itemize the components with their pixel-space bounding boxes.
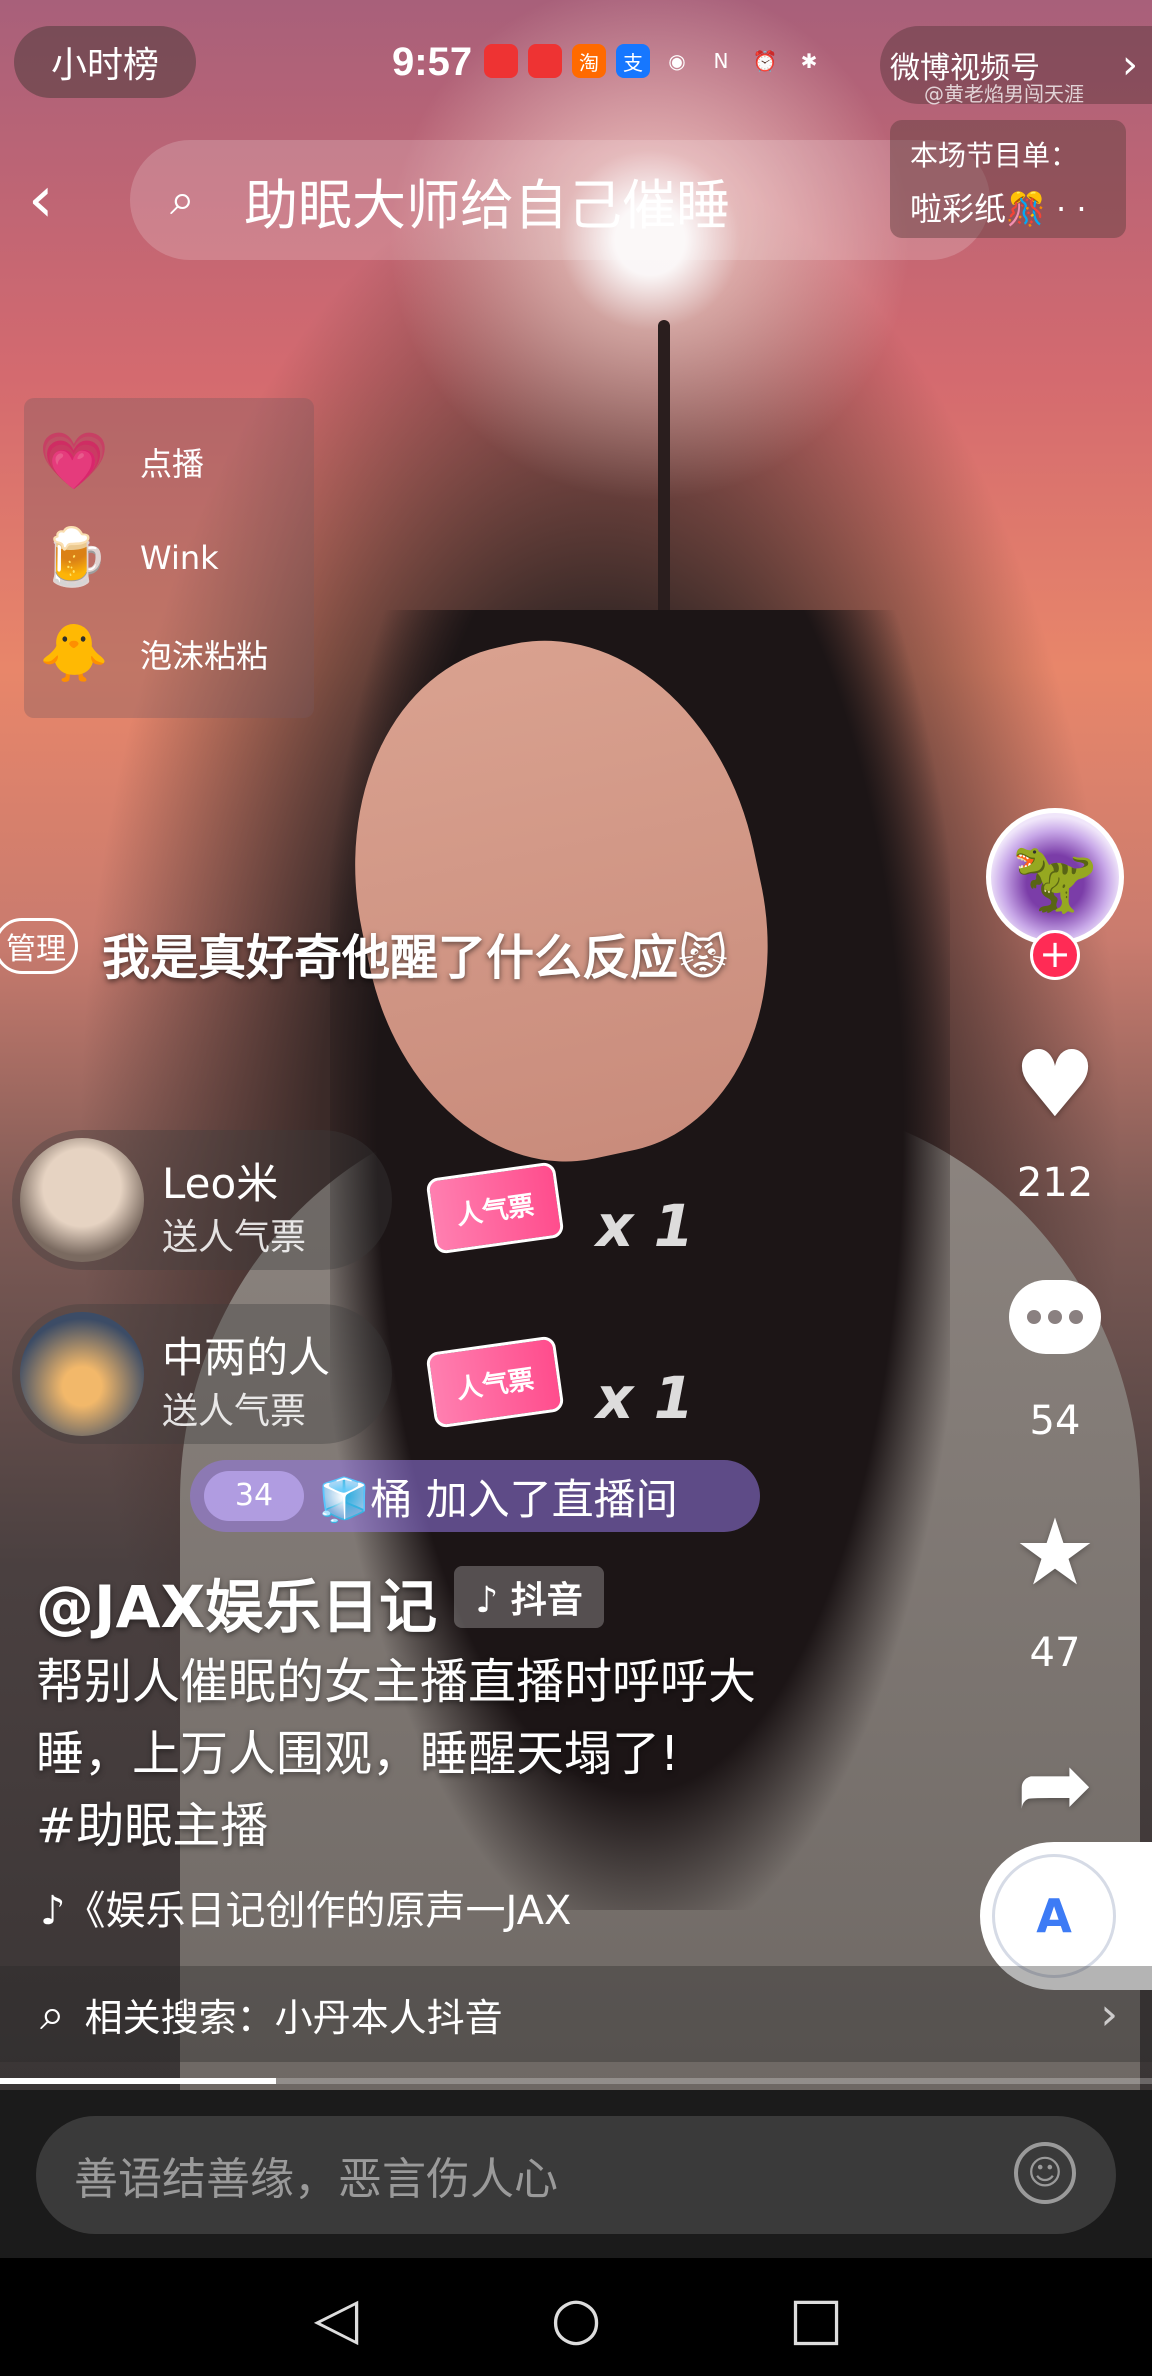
- comment-count: 54: [1029, 1398, 1081, 1444]
- heart-creature-icon: 💗: [39, 429, 109, 494]
- gift-description: 送人气票: [162, 1217, 307, 1258]
- translate-icon: A: [992, 1854, 1116, 1978]
- follow-plus-button[interactable]: +: [1030, 930, 1080, 980]
- video-progress-fill: [0, 2078, 277, 2084]
- hashtag-link[interactable]: #助眠主播: [36, 1790, 836, 1862]
- admin-badge: 管理: [0, 918, 78, 974]
- like-count: 212: [1016, 1160, 1094, 1206]
- chevron-right-icon: ›: [1100, 1988, 1118, 2040]
- weibo-sub-label: @黄老焰男闯天涯: [924, 82, 1084, 106]
- alipay-icon: 支: [616, 44, 650, 78]
- gift-menu-panel: 💗 点播 🍺 Wink 🐥 泡沫粘粘: [24, 398, 314, 718]
- join-text: 🧊桶 加入了直播间: [318, 1474, 678, 1524]
- emoji-icon[interactable]: ☺: [1014, 2142, 1076, 2204]
- gift-label: 点播: [140, 445, 205, 483]
- comment-bubble-icon[interactable]: [1000, 1262, 1110, 1372]
- user-avatar[interactable]: [20, 1312, 144, 1436]
- nav-home-icon[interactable]: ○: [536, 2278, 616, 2358]
- gift-label: Wink: [140, 539, 219, 577]
- video-description: 帮别人催眠的女主播直播时呼呼大 睡，上万人围观，睡醒天塌了! #助眠主播: [36, 1646, 836, 1862]
- level-badge: 34: [204, 1471, 304, 1521]
- bluetooth-icon: ✱: [800, 49, 818, 73]
- favorite-count: 47: [1029, 1630, 1081, 1676]
- nav-recents-icon[interactable]: □: [776, 2278, 856, 2358]
- program-list-card[interactable]: 本场节目单： 啦彩纸🎊 · ·: [890, 120, 1126, 238]
- duck-icon: 🐥: [39, 621, 109, 686]
- gift-description: 送人气票: [162, 1391, 307, 1432]
- eye-icon: ◉: [668, 49, 686, 73]
- gift-stream-row: Leo米 送人气票: [12, 1130, 392, 1270]
- comment-placeholder: 善语结善缘，恶言伤人心: [74, 2154, 558, 2205]
- star-icon[interactable]: ★: [1000, 1498, 1110, 1608]
- creator-avatar[interactable]: 🦖: [986, 808, 1124, 946]
- system-nav-bar: ◁ ○ □: [0, 2258, 1152, 2376]
- huawei-app-icon-2: [528, 44, 562, 78]
- video-progress-bar[interactable]: [0, 2078, 1152, 2084]
- gift-item-dianbo[interactable]: 💗 点播: [38, 422, 204, 502]
- comment-input-field[interactable]: 善语结善缘，恶言伤人心 ☺: [36, 2116, 1116, 2234]
- search-query: 助眠大师给自己催睡: [244, 173, 730, 237]
- light-stand: [658, 320, 670, 650]
- status-time: 9:57: [392, 40, 473, 84]
- alarm-icon: ⏰: [752, 49, 778, 73]
- comment-input-area: 善语结善缘，恶言伤人心 ☺: [0, 2090, 1152, 2258]
- live-comment-text: 我是真好奇他醒了什么反应😾: [102, 930, 729, 986]
- related-search-bar[interactable]: ⌕ 相关搜索：小丹本人抖音 ›: [0, 1966, 1152, 2062]
- chevron-right-icon: ›: [1122, 42, 1138, 88]
- gift-count: x 1: [596, 1364, 694, 1432]
- music-credit[interactable]: ♪《娱乐日记创作的原声一JAX: [40, 1878, 630, 1936]
- nfc-icon: N: [713, 49, 729, 73]
- search-icon: ⌕: [170, 174, 195, 225]
- status-icons: 淘 支 ◉ N ⏰ ✱: [484, 44, 826, 78]
- related-search-text: 相关搜索：小丹本人抖音: [84, 1995, 503, 2040]
- hourly-rank-button[interactable]: 小时榜: [14, 26, 196, 98]
- gift-item-wink[interactable]: 🍺 Wink: [38, 518, 219, 598]
- gift-stream-row: 中两的人 送人气票: [12, 1304, 392, 1444]
- huawei-app-icon: [484, 44, 518, 78]
- beer-mug-icon: 🍺: [39, 525, 109, 590]
- nav-back-icon[interactable]: ◁: [296, 2278, 376, 2358]
- back-arrow-icon[interactable]: ‹: [28, 160, 88, 240]
- gift-sender-name: 中两的人: [162, 1333, 331, 1382]
- search-icon: ⌕: [40, 1988, 65, 2040]
- douyin-source-tag: ♪ 抖音: [454, 1566, 604, 1628]
- share-arrow-icon[interactable]: ➦: [1000, 1730, 1110, 1840]
- description-line: 睡，上万人围观，睡醒天塌了!: [36, 1726, 680, 1782]
- comment-bubble-shape: [1009, 1280, 1101, 1354]
- user-avatar[interactable]: [20, 1138, 144, 1262]
- gift-sender-name: Leo米: [162, 1159, 279, 1208]
- search-bar[interactable]: ⌕ 助眠大师给自己催睡: [130, 140, 990, 260]
- program-item: 啦彩纸🎊 · ·: [910, 190, 1087, 228]
- program-title: 本场节目单：: [910, 139, 1079, 172]
- gift-label: 泡沫粘粘: [140, 637, 269, 675]
- author-handle[interactable]: @JAX娱乐日记: [36, 1560, 437, 1644]
- taobao-icon: 淘: [572, 44, 606, 78]
- gift-count: x 1: [596, 1192, 694, 1260]
- heart-icon[interactable]: ♥: [1000, 1030, 1110, 1140]
- gift-item-foam[interactable]: 🐥 泡沫粘粘: [38, 614, 268, 694]
- join-notice: 34 🧊桶 加入了直播间: [190, 1460, 760, 1532]
- description-line: 帮别人催眠的女主播直播时呼呼大: [36, 1654, 757, 1710]
